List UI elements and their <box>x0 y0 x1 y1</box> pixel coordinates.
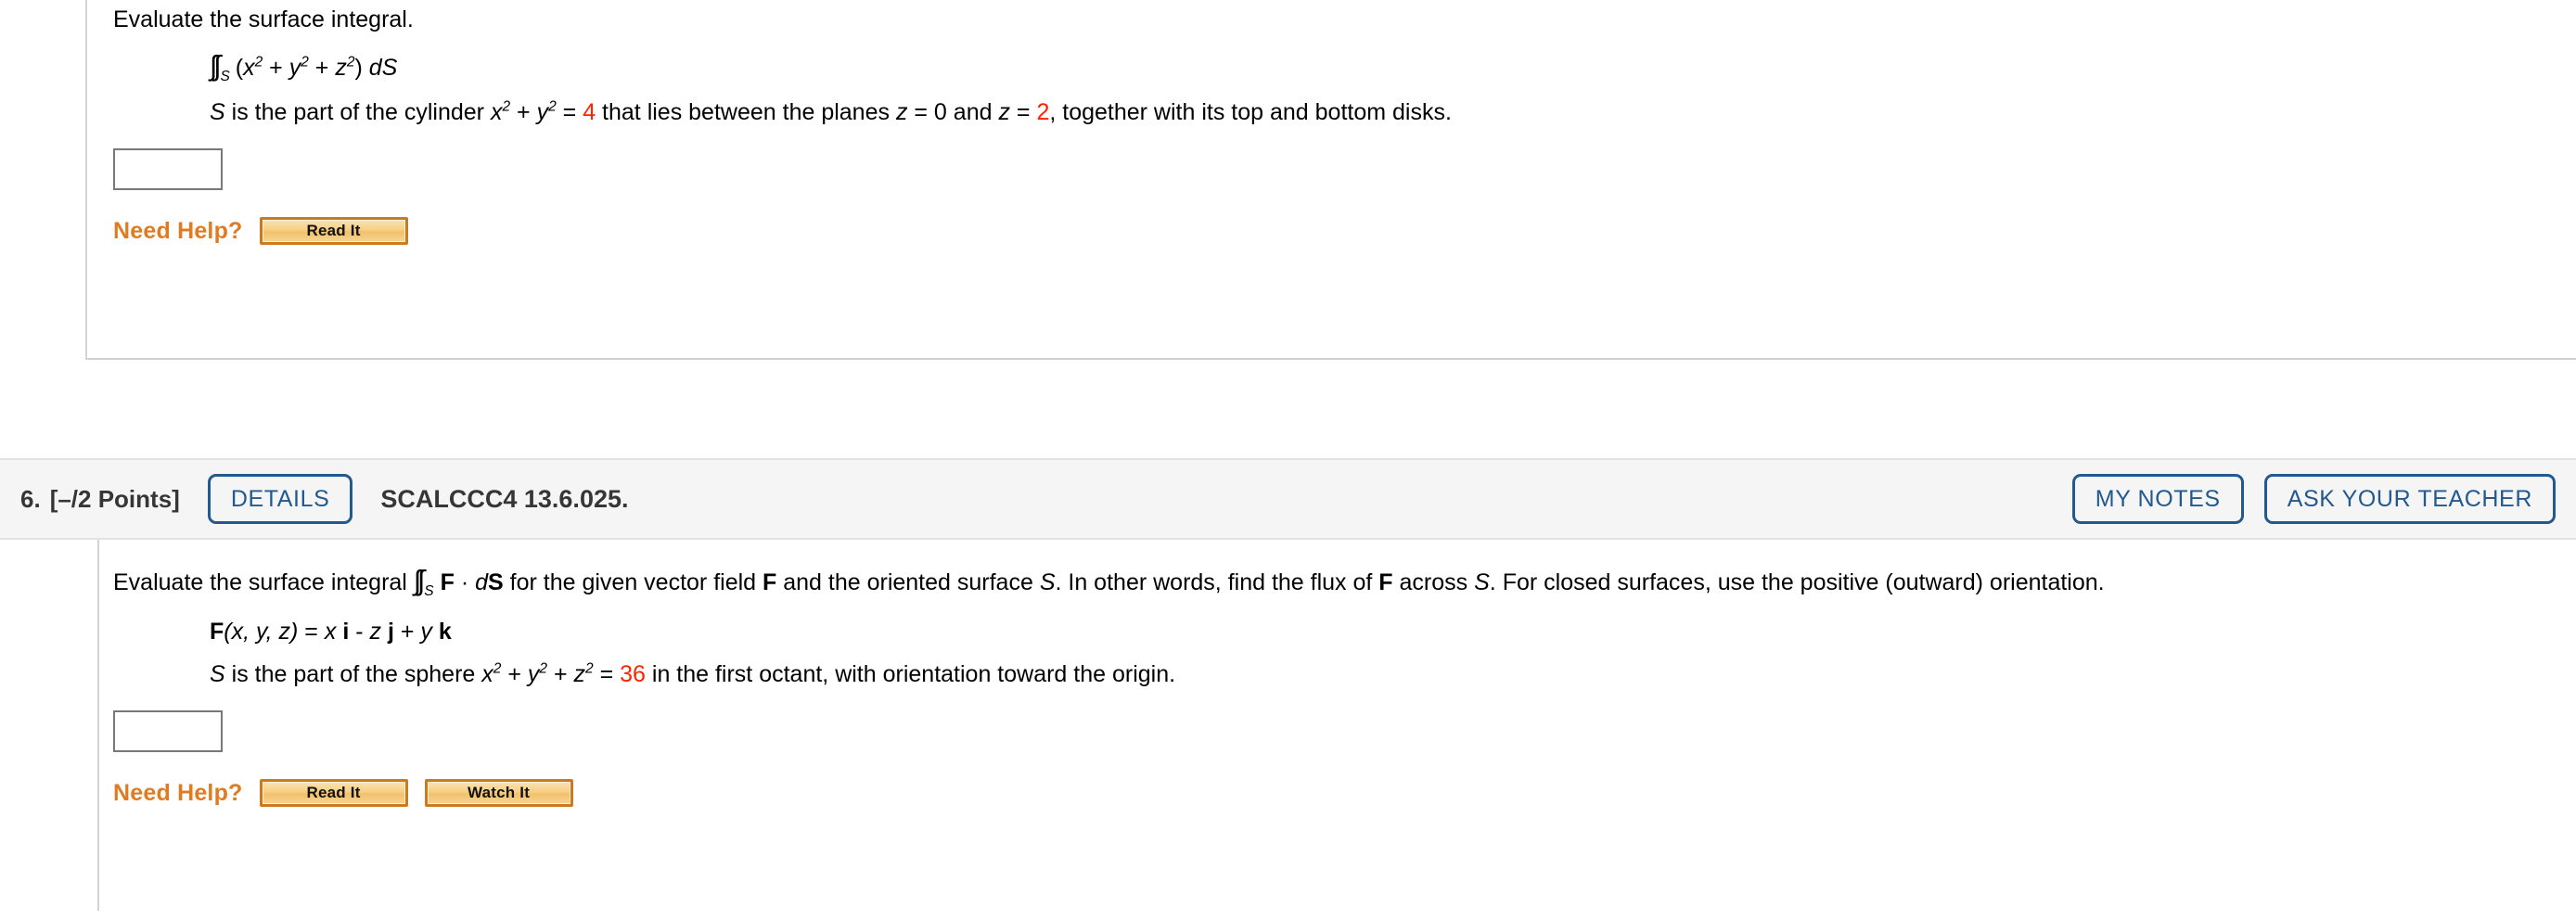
condition-z2-value: 2 <box>1036 99 1050 125</box>
points-badge: [–/2 Points] <box>49 484 180 513</box>
condition-plus-1: + <box>501 661 528 687</box>
integral-term1-base: x <box>243 55 255 81</box>
condition-z1-equals: = 0 <box>907 99 947 125</box>
header-actions: MY NOTES ASK YOUR TEACHER <box>2071 474 2556 524</box>
read-it-button[interactable]: Read It <box>259 779 408 807</box>
condition-z-base: z <box>573 661 586 687</box>
integral-subscript: S <box>424 583 434 599</box>
dot-operator: · <box>454 569 476 595</box>
problem-6-vector-field: F(x, y, z) = x i - z j + y k <box>210 616 2576 647</box>
field-equals: = <box>298 619 325 645</box>
vector-field-symbol-3: F <box>1378 569 1393 595</box>
condition-z1-var: z <box>895 99 908 125</box>
condition-y-exponent: 2 <box>548 98 557 115</box>
condition-y-exponent: 2 <box>539 660 547 677</box>
prompt-text-e: across <box>1392 569 1475 595</box>
unit-vector-k: k <box>438 619 452 645</box>
problem-6-need-help-row: Need Help? Read It Watch It <box>113 779 2576 807</box>
problem-number: 6. <box>20 484 41 513</box>
problem-6-body: Evaluate the surface integral ∫∫ S F · dS … <box>97 540 2576 911</box>
condition-surface-var: S <box>210 661 225 687</box>
double-integral-icon: ∫∫ <box>210 51 222 82</box>
condition-plus-2: + <box>547 661 574 687</box>
problem-6-points: 6. [–/2 Points] <box>20 485 180 514</box>
answer-input[interactable] <box>113 710 223 752</box>
condition-equals: = <box>593 661 621 687</box>
vector-field-symbol-2: F <box>763 569 777 595</box>
problem-5-prompt-text: Evaluate the surface integral. <box>113 6 414 32</box>
problem-5-condition: S is the part of the cylinder x2 + y2 = … <box>210 96 2576 128</box>
prompt-text-f: . For closed surfaces, use the positive … <box>1489 569 2105 595</box>
integral-term2-base: y <box>288 55 301 81</box>
condition-text-a: is the part of the sphere <box>224 661 482 687</box>
condition-z2-var: z <box>998 99 1010 125</box>
field-arguments: (x, y, z) <box>224 619 299 645</box>
field-x-component: x <box>324 619 337 645</box>
problem-5-prompt: Evaluate the surface integral. <box>113 0 2576 35</box>
prompt-text-c: and the oriented surface <box>776 569 1040 595</box>
condition-z-exponent: 2 <box>585 660 594 677</box>
problem-6-answer-wrap <box>113 710 2576 752</box>
condition-x-base: x <box>481 661 493 687</box>
integral-subscript: S <box>220 69 230 84</box>
problem-6-prompt: Evaluate the surface integral ∫∫ S F · dS … <box>113 566 2576 598</box>
condition-text-b: that lies between the planes <box>596 99 896 125</box>
surface-symbol: S <box>488 569 504 595</box>
prompt-text-b: for the given vector field <box>503 569 763 595</box>
problem-code-label: SCALCCC4 13.6.025. <box>380 484 629 513</box>
prompt-text-a: Evaluate the surface integral <box>113 569 414 595</box>
field-y-component: y <box>420 619 432 645</box>
integral-plus-2: + <box>308 55 336 81</box>
answer-input[interactable] <box>113 148 223 190</box>
field-z-component: z <box>369 619 381 645</box>
integral-term1-exponent: 2 <box>254 54 263 70</box>
need-help-label: Need Help? <box>113 779 243 806</box>
double-integral-icon: ∫∫ <box>413 566 426 596</box>
my-notes-button[interactable]: MY NOTES <box>2071 474 2244 524</box>
ask-your-teacher-button[interactable]: ASK YOUR TEACHER <box>2263 474 2556 524</box>
integral-close-paren: ) <box>354 55 369 81</box>
integral-open-paren: ( <box>235 55 244 81</box>
condition-y-base: y <box>536 99 549 125</box>
condition-value: 36 <box>620 661 646 687</box>
prompt-text-d: . In other words, find the flux of <box>1055 569 1379 595</box>
problem-5-body: Evaluate the surface integral. ∫∫ S (x2 + … <box>85 0 2576 360</box>
integral-differential: dS <box>368 55 398 81</box>
problem-6-condition: S is the part of the sphere x2 + y2 + z2… <box>210 658 2576 690</box>
watch-it-button[interactable]: Watch It <box>424 779 573 807</box>
problem-6-header: 6. [–/2 Points] DETAILS SCALCCC4 13.6.025… <box>0 458 2576 540</box>
differential-d: d <box>475 569 488 595</box>
condition-text-c: and <box>946 99 999 125</box>
condition-x-base: x <box>490 99 503 125</box>
condition-plus: + <box>510 99 537 125</box>
read-it-button[interactable]: Read It <box>259 217 408 245</box>
integral-term2-exponent: 2 <box>301 54 309 70</box>
condition-y-base: y <box>527 661 540 687</box>
condition-value: 4 <box>583 99 596 125</box>
vector-field-symbol: F <box>440 569 455 595</box>
problem-5-integral: ∫∫ S (x2 + y2 + z2) dS <box>210 51 2576 83</box>
integral-term3-base: z <box>335 55 347 81</box>
unit-vector-j: j <box>387 619 394 645</box>
problem-5-need-help-row: Need Help? Read It <box>113 217 2576 245</box>
surface-var-2: S <box>1474 569 1490 595</box>
condition-equals: = <box>556 99 583 125</box>
problem-5-answer-wrap <box>113 148 2576 190</box>
details-button[interactable]: DETAILS <box>207 474 353 524</box>
condition-surface-var: S <box>210 99 225 125</box>
surface-var: S <box>1039 569 1056 595</box>
need-help-label: Need Help? <box>113 217 243 244</box>
field-f-symbol: F <box>210 619 224 645</box>
condition-text-b: in the first octant, with orientation to… <box>645 661 1176 687</box>
integral-plus-1: + <box>263 55 289 81</box>
field-plus: + <box>393 619 421 645</box>
condition-text-d: , together with its top and bottom disks… <box>1049 99 1452 125</box>
condition-z2-equals: = <box>1009 99 1037 125</box>
condition-text-a: is the part of the cylinder <box>224 99 491 125</box>
condition-x-exponent: 2 <box>502 98 511 115</box>
field-minus: - <box>349 619 370 645</box>
